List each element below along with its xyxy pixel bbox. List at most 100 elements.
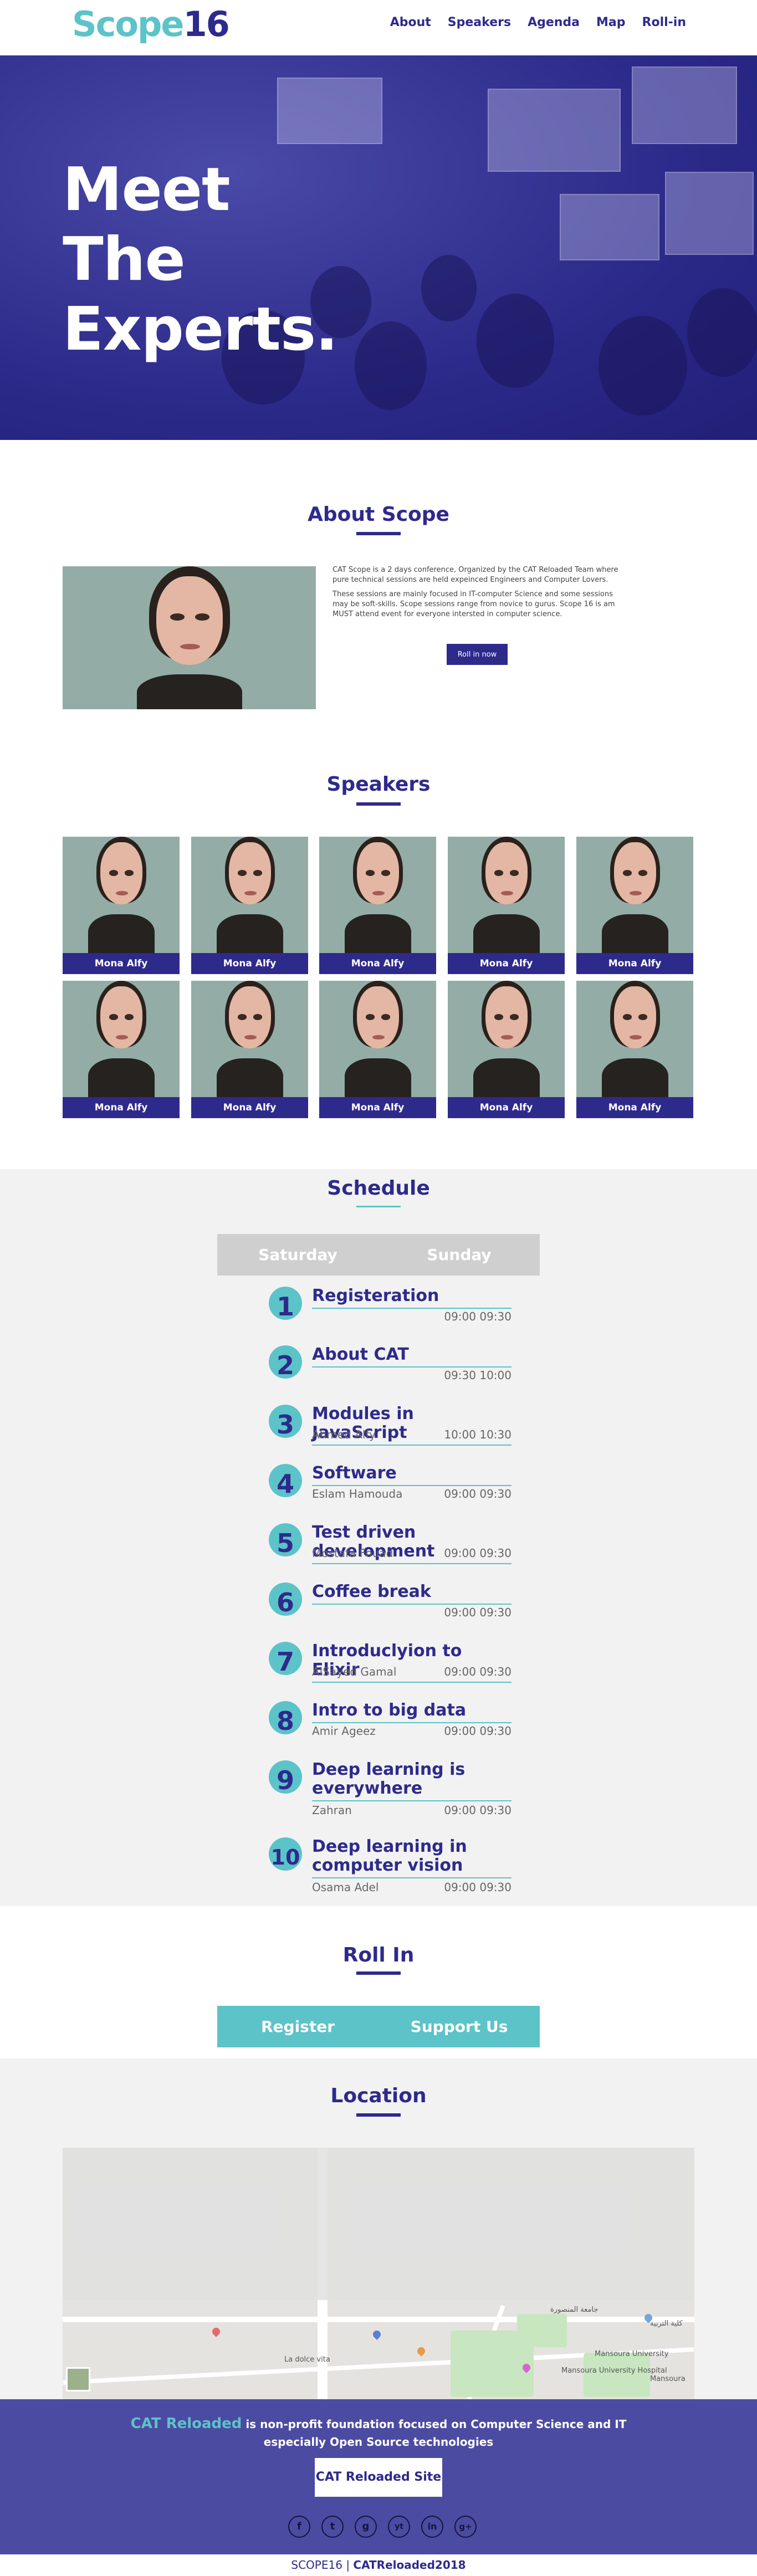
- map-satellite-toggle[interactable]: [66, 2367, 90, 2391]
- footer: CAT Reloaded is non-profit foundation fo…: [0, 2399, 757, 2554]
- speaker-photo: [344, 981, 411, 1103]
- nav-link-about[interactable]: About: [390, 16, 431, 29]
- hero-line-1: Meet: [63, 155, 231, 224]
- rollin-bar: Register Support Us: [217, 2006, 540, 2047]
- hero-line-3: Experts.: [63, 295, 338, 364]
- hero-screen-decoration: [277, 78, 382, 144]
- speaker-photo: [473, 837, 540, 959]
- audience-silhouette: [355, 321, 427, 410]
- copyright-bar: SCOPE16 | CATReloaded2018: [0, 2554, 757, 2576]
- location-title: Location: [330, 2085, 427, 2107]
- about-paragraph-1: CAT Scope is a 2 days conference, Organi…: [333, 566, 618, 584]
- tab-saturday[interactable]: Saturday: [217, 1234, 378, 1276]
- speaker-card[interactable]: Mona Alfy: [191, 981, 308, 1118]
- speaker-name: Mona Alfy: [576, 1097, 693, 1118]
- twitter-icon[interactable]: t: [321, 2516, 344, 2538]
- about-description: CAT Scope is a 2 days conference, Organi…: [333, 565, 621, 624]
- speaker-card[interactable]: Mona Alfy: [319, 981, 436, 1118]
- speaker-photo: [344, 837, 411, 959]
- github-icon[interactable]: g: [355, 2516, 377, 2538]
- hero-line-2: The: [63, 225, 186, 294]
- session-title: Intro to big data: [312, 1701, 512, 1723]
- speaker-card[interactable]: Mona Alfy: [448, 981, 565, 1118]
- session-number: 4: [269, 1464, 302, 1499]
- speaker-card[interactable]: Mona Alfy: [63, 837, 180, 974]
- session-time: 09:00 09:30: [444, 1546, 512, 1560]
- session-speaker: Amir Ageez: [312, 1724, 376, 1738]
- audience-silhouette: [421, 255, 477, 321]
- speaker-name: Mona Alfy: [191, 1097, 308, 1118]
- map-label: Mansoura University Hospital: [561, 2367, 667, 2375]
- session-number: 9: [269, 1760, 302, 1795]
- hero-heading: Meet The Experts.: [63, 155, 338, 365]
- map-pin-icon[interactable]: [211, 2326, 222, 2337]
- speaker-card[interactable]: Mona Alfy: [319, 837, 436, 974]
- nav-link-agenda[interactable]: Agenda: [528, 16, 580, 29]
- social-links: f t g yt in g+: [288, 2516, 477, 2538]
- nav-link-speakers[interactable]: Speakers: [448, 16, 511, 29]
- speaker-card[interactable]: Mona Alfy: [576, 981, 693, 1118]
- day-tabs: Saturday Sunday: [217, 1234, 540, 1276]
- speaker-name: Mona Alfy: [319, 953, 436, 974]
- roll-in-now-button[interactable]: Roll in now: [447, 644, 508, 665]
- session-title: Deep learning is everywhere: [312, 1760, 512, 1801]
- logo-text: Scope: [72, 4, 184, 44]
- footer-text-1: is non-profit foundation focused on Comp…: [242, 2418, 627, 2431]
- logo-number: 16: [183, 4, 229, 44]
- map-park: [584, 2353, 650, 2397]
- speaker-card[interactable]: Mona Alfy: [448, 837, 565, 974]
- session-title: About CAT: [312, 1345, 512, 1368]
- scope16-logo[interactable]: Scope16: [72, 2, 230, 47]
- top-navbar: Scope16 About Speakers Agenda Map Roll-i…: [0, 0, 757, 55]
- audience-silhouette: [687, 288, 757, 377]
- session-number: 5: [269, 1523, 302, 1558]
- speaker-name: Mona Alfy: [63, 953, 180, 974]
- map-park: [517, 2314, 567, 2347]
- speaker-name: Mona Alfy: [448, 1097, 565, 1118]
- nav-menu: About Speakers Agenda Map Roll-in: [390, 16, 686, 29]
- about-photo: [63, 566, 316, 709]
- cat-reloaded-site-button[interactable]: CAT Reloaded Site: [315, 2458, 442, 2497]
- session-time: 09:30 10:00: [444, 1369, 512, 1382]
- audience-silhouette: [599, 316, 687, 416]
- session-time: 09:00 09:30: [444, 1487, 512, 1500]
- speaker-photo: [216, 981, 283, 1103]
- tab-sunday[interactable]: Sunday: [378, 1234, 540, 1276]
- support-us-button[interactable]: Support Us: [378, 2006, 540, 2047]
- map-fade-overlay: [63, 2148, 694, 2300]
- about-title: About Scope: [308, 503, 449, 526]
- speaker-card[interactable]: Mona Alfy: [576, 837, 693, 974]
- session-title: Registeration: [312, 1287, 512, 1309]
- speaker-photo: [88, 837, 155, 959]
- hero-banner: Meet The Experts.: [0, 55, 757, 440]
- map-pin-icon[interactable]: [416, 2345, 427, 2357]
- session-speaker: Zahran: [312, 1804, 352, 1817]
- speakers-title-underline: [356, 802, 401, 806]
- map-pin-icon[interactable]: [371, 2329, 382, 2340]
- session-time: 10:00 10:30: [444, 1428, 512, 1441]
- schedule-title: Schedule: [327, 1177, 430, 1200]
- session-number: 6: [269, 1583, 302, 1617]
- speaker-card[interactable]: Mona Alfy: [63, 981, 180, 1118]
- map-label: Mansoura University: [595, 2350, 669, 2358]
- facebook-icon[interactable]: f: [288, 2516, 310, 2538]
- google-plus-icon[interactable]: g+: [454, 2516, 477, 2538]
- about-paragraph-2: These sessions are mainly focused in IT-…: [333, 590, 615, 618]
- map-label: كلية التربية: [650, 2319, 683, 2328]
- location-map[interactable]: جامعة المنصورة كلية التربية Mansoura Uni…: [63, 2148, 694, 2399]
- youtube-icon[interactable]: yt: [388, 2516, 410, 2538]
- footer-text-2: especially Open Source technologies: [263, 2435, 494, 2449]
- copyright-separator: |: [346, 2558, 350, 2572]
- nav-link-map[interactable]: Map: [596, 16, 626, 29]
- session-title: Software: [312, 1464, 512, 1486]
- session-number: 10: [269, 1837, 302, 1871]
- speaker-card[interactable]: Mona Alfy: [191, 837, 308, 974]
- nav-link-rollin[interactable]: Roll-in: [642, 16, 686, 29]
- session-number: 8: [269, 1701, 302, 1736]
- copyright-cat: CATReloaded2018: [353, 2558, 466, 2572]
- session-time: 09:00 09:30: [444, 1665, 512, 1678]
- hero-screen-decoration: [632, 66, 737, 144]
- linkedin-icon[interactable]: in: [421, 2516, 443, 2538]
- about-title-underline: [356, 532, 401, 535]
- register-button[interactable]: Register: [217, 2006, 378, 2047]
